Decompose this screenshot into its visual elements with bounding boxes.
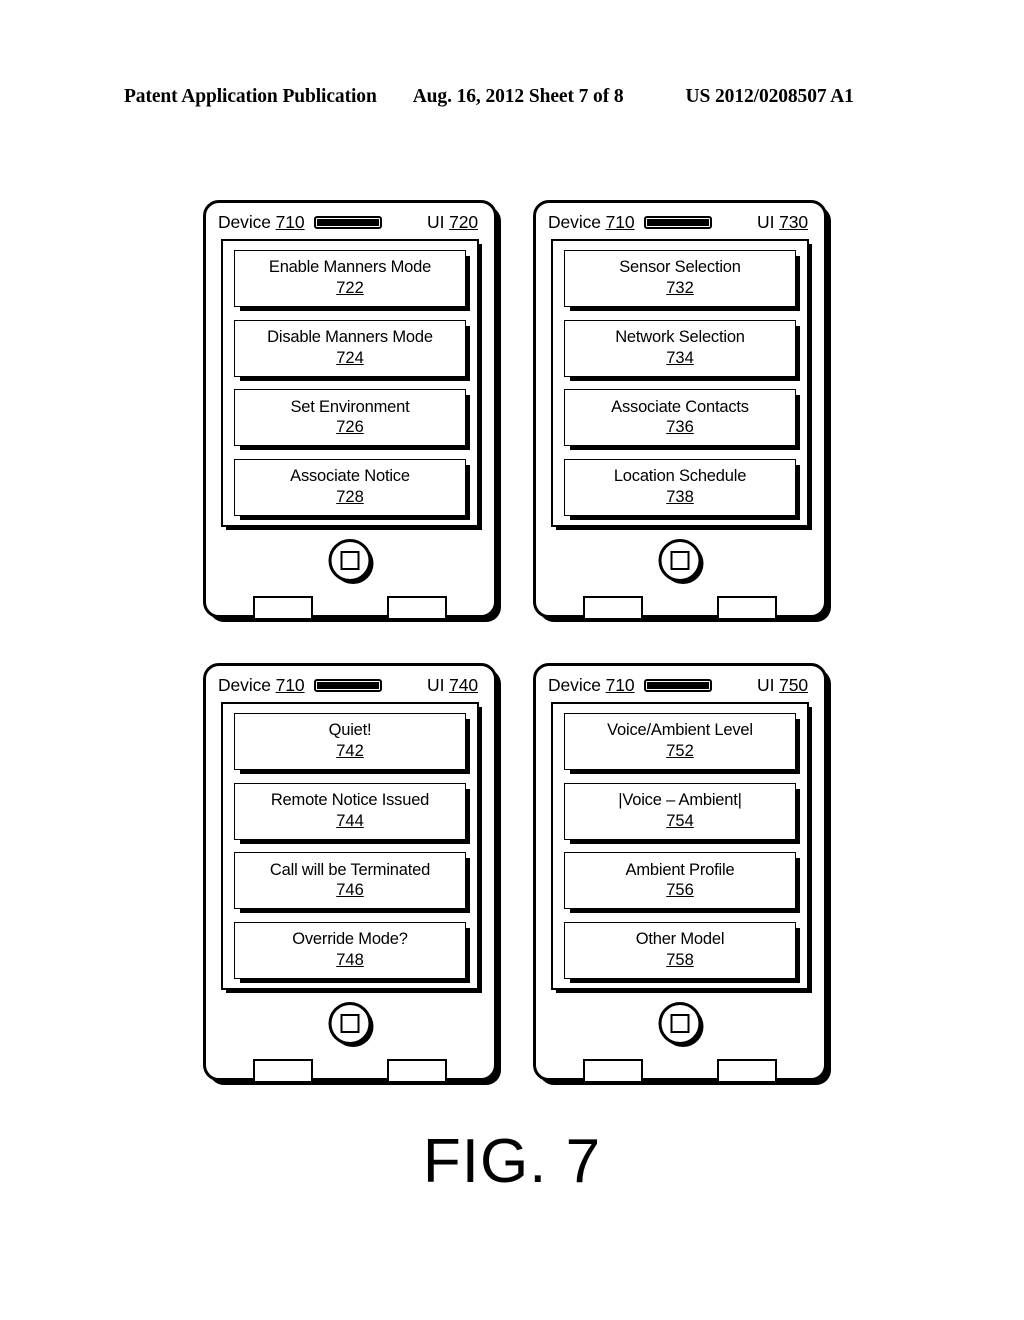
menu-button-label: Ambient Profile bbox=[625, 860, 735, 879]
bottom-slot-left bbox=[253, 596, 313, 618]
bottom-slot-left bbox=[583, 596, 643, 618]
menu-button[interactable]: Voice/Ambient Level 752 bbox=[564, 713, 796, 770]
menu-button[interactable]: Associate Notice 728 bbox=[234, 458, 466, 516]
ui-reference-number: 730 bbox=[779, 212, 808, 232]
menu-button-reference-number: 758 bbox=[666, 950, 694, 969]
menu-button-label: Voice/Ambient Level bbox=[607, 721, 753, 740]
menu-button-reference-number: 736 bbox=[666, 418, 694, 437]
bottom-slot-left bbox=[583, 1059, 643, 1081]
device-panel-ui-730: Device 710 UI 730 Sensor Selection 732 N… bbox=[533, 200, 827, 618]
device-reference-number: 710 bbox=[275, 212, 305, 232]
menu-button[interactable]: Disable Manners Mode 724 bbox=[234, 319, 466, 377]
menu-button-reference-number: 744 bbox=[336, 811, 364, 830]
device-screen: Sensor Selection 732 Network Selection 7… bbox=[551, 239, 809, 527]
menu-button-reference-number: 732 bbox=[666, 279, 694, 297]
menu-button-reference-number: 748 bbox=[336, 950, 364, 969]
device-topbar: Device 710 UI 720 bbox=[218, 210, 482, 234]
menu-button-label: Call will be Terminated bbox=[269, 860, 431, 879]
device-caption: Device 710 bbox=[218, 675, 305, 695]
menu-button-reference-number: 754 bbox=[666, 811, 694, 830]
menu-button-reference-number: 752 bbox=[666, 742, 694, 760]
menu-button-label: Location Schedule bbox=[613, 467, 747, 486]
menu-button[interactable]: Call will be Terminated 746 bbox=[234, 852, 466, 910]
device-topbar: Device 710 UI 740 bbox=[218, 673, 482, 697]
menu-button-label: Enable Manners Mode bbox=[268, 258, 432, 277]
menu-button-reference-number: 728 bbox=[336, 487, 364, 506]
menu-button[interactable]: Enable Manners Mode 722 bbox=[234, 250, 466, 307]
ui-reference-number: 720 bbox=[449, 212, 478, 232]
home-button[interactable] bbox=[328, 1002, 372, 1045]
home-button[interactable] bbox=[658, 1002, 702, 1045]
speaker-grille-icon bbox=[643, 678, 712, 692]
figure-caption: FIG. 7 bbox=[422, 1127, 602, 1196]
ui-caption: UI 720 bbox=[427, 212, 478, 232]
home-button[interactable] bbox=[658, 539, 702, 582]
menu-button[interactable]: Ambient Profile 756 bbox=[564, 852, 796, 910]
menu-button[interactable]: Sensor Selection 732 bbox=[564, 250, 796, 307]
device-reference-number: 710 bbox=[605, 212, 635, 232]
home-square-icon bbox=[340, 1014, 360, 1033]
menu-button-reference-number: 742 bbox=[336, 742, 364, 760]
menu-button[interactable]: Other Model 758 bbox=[564, 921, 796, 979]
ui-caption: UI 740 bbox=[427, 675, 478, 695]
bottom-slot-right bbox=[717, 596, 777, 618]
menu-button[interactable]: Associate Contacts 736 bbox=[564, 389, 796, 447]
menu-button-reference-number: 756 bbox=[666, 881, 694, 900]
figure-7-drawing: Device 710 UI 720 Enable Manners Mode 72… bbox=[0, 0, 1024, 1320]
device-reference-number: 710 bbox=[605, 675, 635, 695]
home-square-icon bbox=[670, 1014, 690, 1033]
bottom-slot-left bbox=[253, 1059, 313, 1081]
bottom-slot-right bbox=[717, 1059, 777, 1081]
menu-button[interactable]: Override Mode? 748 bbox=[234, 921, 466, 979]
menu-button[interactable]: Location Schedule 738 bbox=[564, 458, 796, 516]
menu-button-reference-number: 734 bbox=[666, 348, 694, 367]
device-screen: Enable Manners Mode 722 Disable Manners … bbox=[221, 239, 479, 527]
menu-button-label: Quiet! bbox=[328, 721, 372, 740]
speaker-grille-icon bbox=[643, 215, 712, 229]
device-caption: Device 710 bbox=[548, 675, 635, 695]
bottom-slot-right bbox=[387, 596, 447, 618]
ui-reference-number: 740 bbox=[449, 675, 478, 695]
speaker-grille-icon bbox=[313, 678, 382, 692]
menu-button-label: Network Selection bbox=[615, 327, 745, 346]
device-caption: Device 710 bbox=[218, 212, 305, 232]
ui-caption: UI 750 bbox=[757, 675, 808, 695]
menu-button-label: Other Model bbox=[635, 930, 725, 949]
menu-button-label: Override Mode? bbox=[292, 930, 408, 949]
device-panel-ui-720: Device 710 UI 720 Enable Manners Mode 72… bbox=[203, 200, 497, 618]
device-screen: Quiet! 742 Remote Notice Issued 744 Call… bbox=[221, 702, 479, 990]
device-screen: Voice/Ambient Level 752 |Voice – Ambient… bbox=[551, 702, 809, 990]
home-button[interactable] bbox=[328, 539, 372, 582]
device-caption: Device 710 bbox=[548, 212, 635, 232]
menu-button[interactable]: Network Selection 734 bbox=[564, 319, 796, 377]
menu-button-label: Associate Notice bbox=[290, 467, 410, 486]
device-topbar: Device 710 UI 730 bbox=[548, 210, 812, 234]
menu-button[interactable]: Remote Notice Issued 744 bbox=[234, 782, 466, 840]
menu-button-reference-number: 722 bbox=[336, 279, 364, 297]
device-panel-ui-750: Device 710 UI 750 Voice/Ambient Level 75… bbox=[533, 663, 827, 1081]
menu-button-reference-number: 724 bbox=[336, 348, 364, 367]
speaker-grille-icon bbox=[313, 215, 382, 229]
device-reference-number: 710 bbox=[275, 675, 305, 695]
menu-button-label: Associate Contacts bbox=[611, 397, 749, 416]
ui-reference-number: 750 bbox=[779, 675, 808, 695]
menu-button-label: Disable Manners Mode bbox=[267, 327, 433, 346]
menu-button-label: |Voice – Ambient| bbox=[618, 790, 742, 809]
menu-button-reference-number: 746 bbox=[336, 881, 364, 900]
menu-button[interactable]: |Voice – Ambient| 754 bbox=[564, 782, 796, 840]
menu-button-label: Sensor Selection bbox=[619, 258, 741, 277]
menu-button[interactable]: Quiet! 742 bbox=[234, 713, 466, 770]
home-square-icon bbox=[340, 551, 360, 570]
menu-button-reference-number: 726 bbox=[336, 418, 364, 437]
device-panel-ui-740: Device 710 UI 740 Quiet! 742 Remote Noti… bbox=[203, 663, 497, 1081]
menu-button[interactable]: Set Environment 726 bbox=[234, 389, 466, 447]
home-square-icon bbox=[670, 551, 690, 570]
bottom-slot-right bbox=[387, 1059, 447, 1081]
menu-button-label: Remote Notice Issued bbox=[270, 790, 430, 809]
menu-button-label: Set Environment bbox=[290, 397, 410, 416]
ui-caption: UI 730 bbox=[757, 212, 808, 232]
device-topbar: Device 710 UI 750 bbox=[548, 673, 812, 697]
menu-button-reference-number: 738 bbox=[666, 487, 694, 506]
